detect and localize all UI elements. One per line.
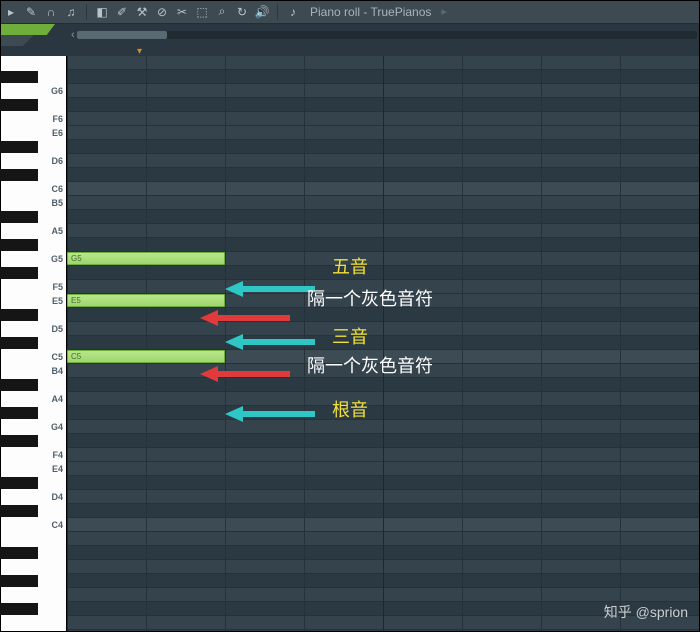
key-label: C4	[51, 520, 63, 530]
pencil-icon[interactable]: ✐	[115, 5, 129, 19]
note-grid[interactable]: G5 E5 C5	[67, 56, 700, 632]
arrow-gap2	[200, 366, 290, 382]
label-root: 根音	[332, 396, 368, 422]
label-fifth: 五音	[332, 253, 368, 279]
black-key[interactable]	[0, 337, 38, 349]
key-label: G5	[51, 254, 63, 264]
horizontal-scrollbar[interactable]	[77, 31, 697, 39]
select-icon[interactable]: ⬚	[195, 5, 209, 19]
key-label: E5	[52, 296, 63, 306]
headphone-icon[interactable]: ♫	[64, 5, 78, 19]
black-key[interactable]	[0, 211, 38, 223]
brush-icon[interactable]: ⚒	[135, 5, 149, 19]
playhead-icon[interactable]: ▾	[137, 46, 142, 56]
black-key[interactable]	[0, 71, 38, 83]
key-label: G4	[51, 422, 63, 432]
black-key[interactable]	[0, 435, 38, 447]
key-label: F5	[52, 282, 63, 292]
note-pitch-label: E5	[71, 296, 81, 305]
note-pitch-label: C5	[71, 352, 81, 361]
black-key[interactable]	[0, 505, 38, 517]
midi-icon[interactable]: ♪	[286, 5, 300, 19]
key-label: B4	[51, 366, 63, 376]
arrow-gap1	[200, 310, 290, 326]
black-key[interactable]	[0, 407, 38, 419]
black-key[interactable]	[0, 379, 38, 391]
key-label: E4	[52, 464, 63, 474]
key-label: D6	[51, 156, 63, 166]
label-gap1: 隔一个灰色音符	[307, 285, 433, 311]
black-key[interactable]	[0, 267, 38, 279]
slice-icon[interactable]: ✂	[175, 5, 189, 19]
key-label: D5	[51, 324, 63, 334]
key-label: A4	[51, 394, 63, 404]
playback-icon[interactable]: ↻	[235, 5, 249, 19]
key-label: F6	[52, 114, 63, 124]
black-key[interactable]	[0, 141, 38, 153]
black-key[interactable]	[0, 99, 38, 111]
chevron-right-icon[interactable]: ▸	[441, 5, 447, 18]
watermark: 知乎 @sprion	[604, 602, 688, 622]
scrollbar-thumb[interactable]	[77, 31, 167, 39]
black-key[interactable]	[0, 477, 38, 489]
piano-roll-main: G6 F6 E6 D6 C6 B5 A5 G5 F5 E5 D5 C5 B4 A4 G4 F4 E4 D4 C4 G…	[0, 56, 700, 632]
position-bar: ▾	[0, 46, 700, 56]
mute-icon[interactable]: ⊘	[155, 5, 169, 19]
key-label: D4	[51, 492, 63, 502]
piano-keyboard[interactable]: G6 F6 E6 D6 C6 B5 A5 G5 F5 E5 D5 C5 B4 A4 G4 F4 E4 D4 C4	[0, 56, 67, 632]
arrow-fifth	[225, 281, 315, 297]
black-key[interactable]	[0, 239, 38, 251]
black-key[interactable]	[0, 575, 38, 587]
corner-tab[interactable]	[0, 24, 67, 46]
key-label: A5	[51, 226, 63, 236]
scroll-left-icon[interactable]: ‹	[71, 29, 75, 41]
play-icon[interactable]: ▸	[4, 5, 18, 19]
key-label: F4	[52, 450, 63, 460]
magnet-icon[interactable]: ∩	[44, 5, 58, 19]
toolbar: ▸ ✎ ∩ ♫ ◧ ✐ ⚒ ⊘ ✂ ⬚ ⌕ ↻ 🔊 ♪ Piano roll -…	[0, 0, 700, 24]
timeline-header: ‹	[0, 24, 700, 46]
wrench-icon[interactable]: ✎	[24, 5, 38, 19]
black-key[interactable]	[0, 169, 38, 181]
label-third: 三音	[332, 323, 368, 349]
key-label: C5	[51, 352, 63, 362]
black-key[interactable]	[0, 603, 38, 615]
midi-note[interactable]: E5	[67, 294, 225, 307]
speaker-icon[interactable]: 🔊	[255, 5, 269, 19]
midi-note[interactable]: G5	[67, 252, 225, 265]
black-key[interactable]	[0, 547, 38, 559]
separator	[277, 4, 278, 20]
key-label: E6	[52, 128, 63, 138]
black-key[interactable]	[0, 309, 38, 321]
arrow-third	[225, 334, 315, 350]
key-label: G6	[51, 86, 63, 96]
key-label: B5	[51, 198, 63, 208]
arrow-root	[225, 406, 315, 422]
separator	[86, 4, 87, 20]
midi-note[interactable]: C5	[67, 350, 225, 363]
key-label: C6	[51, 184, 63, 194]
zoom-icon[interactable]: ⌕	[215, 5, 229, 19]
label-gap2: 隔一个灰色音符	[307, 352, 433, 378]
window-title: Piano roll - TruePianos	[310, 5, 431, 19]
note-pitch-label: G5	[71, 254, 82, 263]
stamp-icon[interactable]: ◧	[95, 5, 109, 19]
